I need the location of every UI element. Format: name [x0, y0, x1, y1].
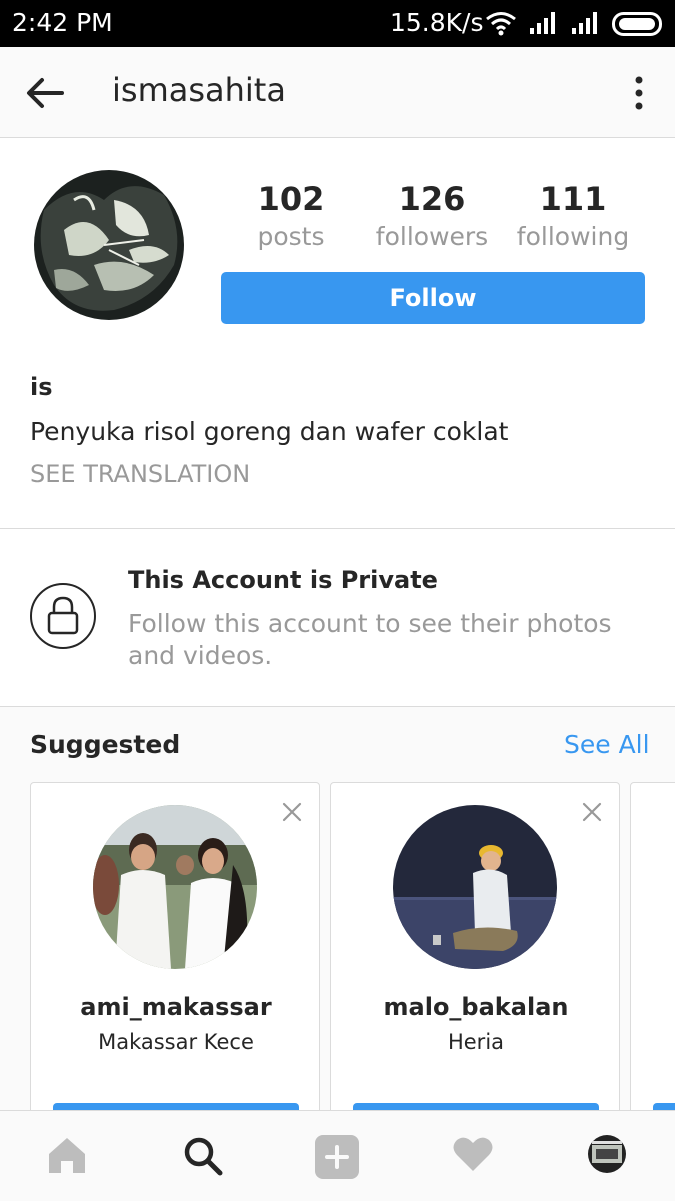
battery-icon: [612, 12, 662, 36]
signal-icon-2: [572, 12, 597, 34]
follow-button[interactable]: Follow: [221, 272, 645, 324]
stat-following[interactable]: 111 following: [503, 180, 643, 251]
heart-icon[interactable]: [452, 1135, 494, 1173]
suggested-card-partial[interactable]: [630, 782, 675, 1142]
private-account-description: Follow this account to see their photos …: [128, 609, 612, 670]
profile-avatar[interactable]: [34, 170, 184, 320]
suggested-user-photo[interactable]: [393, 805, 557, 969]
profile-avatar[interactable]: [588, 1135, 626, 1173]
more-options-icon[interactable]: [626, 75, 652, 111]
following-label: following: [516, 222, 630, 251]
search-icon[interactable]: [182, 1135, 224, 1177]
suggested-username[interactable]: malo_bakalan: [331, 993, 619, 1021]
see-all-link[interactable]: See All: [564, 730, 650, 759]
posts-label: posts: [257, 222, 325, 251]
status-time: 2:42 PM: [12, 8, 113, 37]
suggested-full-name: Makassar Kece: [98, 1030, 254, 1054]
network-speed: 15.8K/s: [390, 8, 484, 37]
suggested-title: Suggested: [30, 730, 181, 759]
stat-posts[interactable]: 102 posts: [221, 180, 361, 251]
profile-bio: Penyuka risol goreng dan wafer coklat: [30, 417, 509, 446]
stat-followers[interactable]: 126 followers: [362, 180, 502, 251]
see-translation-link[interactable]: SEE TRANSLATION: [30, 460, 250, 488]
following-count: 111: [539, 180, 607, 218]
bottom-nav: [0, 1110, 675, 1201]
followers-label: followers: [375, 222, 489, 251]
app-bar: ismasahita: [0, 47, 675, 138]
suggested-full-name: Heria: [447, 1030, 505, 1054]
home-icon[interactable]: [46, 1135, 88, 1175]
suggested-user-photo[interactable]: [93, 805, 257, 969]
posts-count: 102: [257, 180, 325, 218]
add-post-icon[interactable]: [314, 1135, 360, 1179]
suggested-username[interactable]: ami_makassar: [31, 993, 319, 1021]
suggested-card[interactable]: malo_bakalan Heria: [330, 782, 620, 1142]
followers-count: 126: [398, 180, 466, 218]
private-account-title: This Account is Private: [128, 566, 438, 594]
signal-icon: [530, 12, 555, 34]
wifi-icon: [486, 12, 516, 36]
profile-name: is: [30, 373, 53, 401]
divider: [0, 528, 675, 529]
back-arrow-icon[interactable]: [24, 73, 66, 113]
suggested-card[interactable]: ami_makassar Makassar Kece: [30, 782, 320, 1142]
status-bar: 2:42 PM 15.8K/s: [0, 0, 675, 47]
profile-username-title: ismasahita: [112, 71, 286, 109]
lock-icon: [30, 583, 96, 649]
close-icon[interactable]: [281, 801, 303, 823]
close-icon[interactable]: [581, 801, 603, 823]
